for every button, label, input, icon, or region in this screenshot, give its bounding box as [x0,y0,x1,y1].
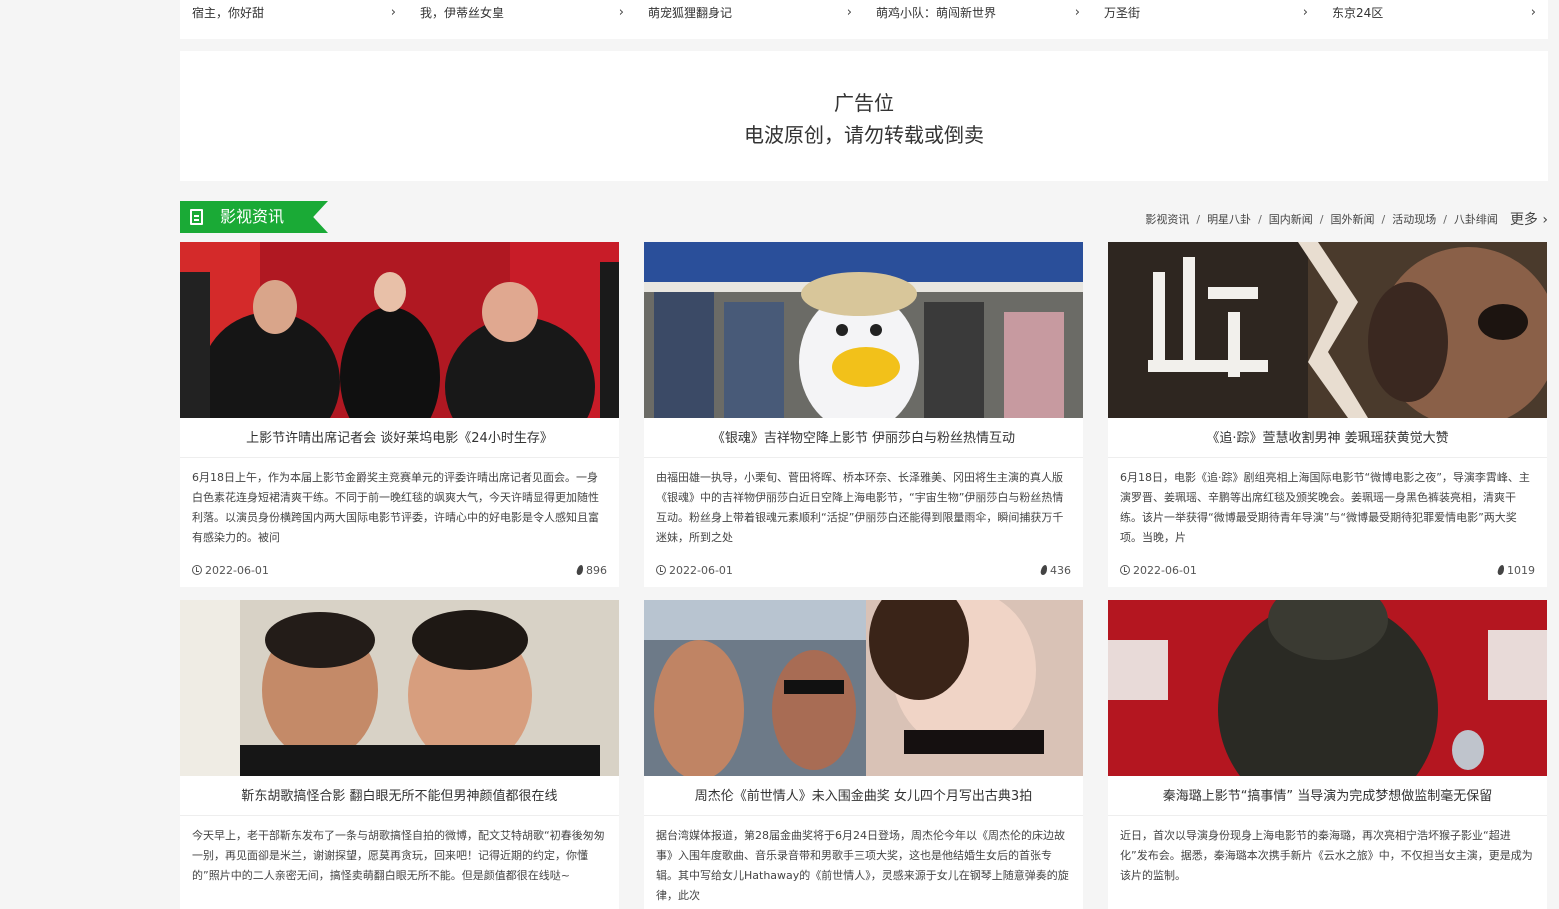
document-icon [190,209,203,225]
news-views: 436 [1039,564,1071,577]
top-links-bar: 宿主，你好甜 › 我，伊蒂丝女皇 › 萌宠狐狸翻身记 › 萌鸡小队：萌闯新世界 › 万圣… [180,0,1548,39]
views-text: 896 [586,564,607,577]
ad-banner[interactable]: 广告位 电波原创，请勿转载或倒卖 [180,51,1548,181]
chevron-right-icon: › [1074,5,1080,20]
news-summary: 6月18日，电影《追·踪》剧组亮相上海国际电影节“微博电影之夜”，导演李霄峰、主… [1120,471,1530,544]
divider [1108,815,1547,816]
flame-icon [575,565,585,575]
news-thumbnail[interactable] [180,600,619,776]
section-nav-item[interactable]: 国内新闻 [1269,211,1313,227]
news-thumbnail[interactable] [1108,242,1547,418]
news-card[interactable]: 秦海璐上影节“搞事情” 当导演为完成梦想做监制毫无保留 近日，首次以导演身份现身… [1108,600,1547,909]
nav-separator: / [1319,212,1324,226]
top-link-3[interactable]: 萌宠狐狸翻身记 › [636,0,864,26]
section-nav-item[interactable]: 影视资讯 [1145,211,1189,227]
nav-separator: / [1196,212,1201,226]
section-nav-item[interactable]: 活动现场 [1392,211,1436,227]
section-title: 影视资讯 [220,207,285,226]
news-date: 2022-06-01 [192,564,269,577]
news-card[interactable]: 《银魂》吉祥物空降上影节 伊丽莎白与粉丝热情互动 由福田雄一执导，小栗旬、菅田将… [644,242,1083,587]
section-title-tag: 影视资讯 [180,201,328,233]
flame-icon [1039,565,1049,575]
date-text: 2022-06-01 [669,564,733,577]
section-nav: 影视资讯 / 明星八卦 / 国内新闻 / 国外新闻 / 活动现场 / 八卦绯闻 更多 › [1145,209,1548,229]
news-summary: 据台湾媒体报道，第28届金曲奖将于6月24日登场，周杰伦今年以《周杰伦的床边故事… [656,829,1069,902]
news-title[interactable]: 秦海璐上影节“搞事情” 当导演为完成梦想做监制毫无保留 [1108,785,1547,804]
top-link-label: 宿主，你好甜 [192,6,265,20]
news-date: 2022-06-01 [1120,564,1197,577]
section-nav-item[interactable]: 明星八卦 [1207,211,1251,227]
chevron-right-icon: › [846,5,852,20]
top-link-5[interactable]: 万圣街 › [1092,0,1320,26]
flame-icon [1496,565,1506,575]
news-card[interactable]: 周杰伦《前世情人》未入围金曲奖 女儿四个月写出古典3拍 据台湾媒体报道，第28届… [644,600,1083,909]
views-text: 436 [1050,564,1071,577]
divider [180,457,619,458]
nav-separator: / [1258,212,1262,226]
news-summary: 6月18日上午，作为本届上影节金爵奖主竞赛单元的评委许晴出席记者见面会。一身白色… [192,471,599,544]
views-text: 1019 [1507,564,1535,577]
news-summary: 今天早上，老干部靳东发布了一条与胡歌搞怪自拍的微博，配文艾特胡歌“初春後匆匆一别… [192,829,605,882]
top-link-label: 我，伊蒂丝女皇 [420,6,505,20]
top-link-2[interactable]: 我，伊蒂丝女皇 › [408,0,636,26]
nav-separator: / [1381,212,1386,226]
news-thumbnail[interactable] [1108,600,1547,776]
divider [1108,457,1547,458]
news-thumbnail[interactable] [644,242,1083,418]
news-card[interactable]: 上影节许晴出席记者会 谈好莱坞电影《24小时生存》 6月18日上午，作为本届上影… [180,242,619,587]
section-nav-item[interactable]: 国外新闻 [1331,211,1375,227]
ad-title: 广告位 [834,91,894,115]
top-link-6[interactable]: 东京24区 › [1320,0,1548,26]
divider [644,457,1083,458]
chevron-right-icon: › [1530,5,1536,20]
chevron-right-icon: › [618,5,624,20]
top-link-1[interactable]: 宿主，你好甜 › [180,0,408,26]
news-title[interactable]: 上影节许晴出席记者会 谈好莱坞电影《24小时生存》 [180,427,619,446]
nav-separator: / [1443,212,1447,226]
news-card[interactable]: 《追·踪》萱慧收割男神 姜珮瑶获黄觉大赞 6月18日，电影《追·踪》剧组亮相上海… [1108,242,1547,587]
top-link-label: 萌鸡小队：萌闯新世界 [876,6,997,20]
news-title[interactable]: 靳东胡歌搞怪合影 翻白眼无所不能但男神颜值都很在线 [180,785,619,804]
top-link-label: 万圣街 [1104,6,1141,20]
news-title[interactable]: 《追·踪》萱慧收割男神 姜珮瑶获黄觉大赞 [1108,427,1547,446]
more-link[interactable]: 更多 › [1510,209,1548,229]
news-title[interactable]: 《银魂》吉祥物空降上影节 伊丽莎白与粉丝热情互动 [644,427,1083,446]
top-link-label: 东京24区 [1332,6,1384,20]
clock-icon [656,565,666,575]
news-summary: 由福田雄一执导，小栗旬、菅田将晖、桥本环奈、长泽雅美、冈田将生主演的真人版《银魂… [656,471,1064,544]
clock-icon [1120,565,1130,575]
news-views: 896 [575,564,607,577]
news-date: 2022-06-01 [656,564,733,577]
news-thumbnail[interactable] [180,242,619,418]
more-label: 更多 [1509,212,1538,228]
chevron-right-icon: › [390,5,396,20]
chevron-right-icon: › [1302,5,1308,20]
section-nav-item[interactable]: 八卦绯闻 [1454,211,1498,227]
section-header: 影视资讯 影视资讯 / 明星八卦 / 国内新闻 / 国外新闻 / 活动现场 / 八卦绯闻 … [180,201,1548,233]
ad-notice: 电波原创，请勿转载或倒卖 [744,123,984,147]
top-link-label: 萌宠狐狸翻身记 [648,6,733,20]
news-summary: 近日，首次以导演身份现身上海电影节的秦海璐，再次亮相宁浩坏猴子影业“超进化”发布… [1120,829,1533,882]
date-text: 2022-06-01 [1133,564,1197,577]
news-views: 1019 [1496,564,1535,577]
divider [644,815,1083,816]
clock-icon [192,565,202,575]
divider [180,815,619,816]
top-link-4[interactable]: 萌鸡小队：萌闯新世界 › [864,0,1092,26]
news-thumbnail[interactable] [644,600,1083,776]
news-card[interactable]: 靳东胡歌搞怪合影 翻白眼无所不能但男神颜值都很在线 今天早上，老干部靳东发布了一… [180,600,619,909]
news-title[interactable]: 周杰伦《前世情人》未入围金曲奖 女儿四个月写出古典3拍 [644,785,1083,804]
date-text: 2022-06-01 [205,564,269,577]
